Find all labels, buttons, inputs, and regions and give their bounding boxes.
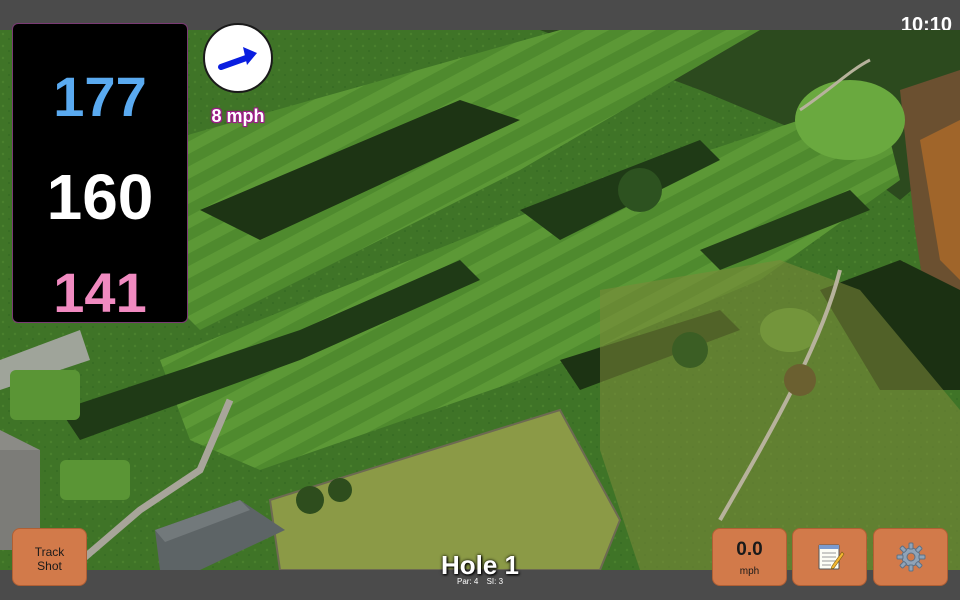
- settings-button[interactable]: [873, 528, 948, 586]
- wind-indicator[interactable]: [203, 23, 273, 93]
- wind-direction-arrow-icon: [218, 47, 257, 70]
- speed-button[interactable]: 0.0 mph: [712, 528, 787, 586]
- hole-par: Par: 4: [456, 577, 479, 586]
- notes-button[interactable]: [792, 528, 867, 586]
- notepad-icon: [818, 544, 844, 570]
- distance-panel: 177 160 141: [12, 23, 188, 324]
- speed-unit: mph: [739, 566, 760, 577]
- gear-icon: [896, 542, 925, 572]
- track-shot-button[interactable]: Track Shot: [12, 528, 87, 586]
- track-shot-label: Track Shot: [34, 545, 65, 573]
- hole-info: Par: 4 SI: 3: [380, 577, 580, 586]
- front-distance: 141: [53, 261, 147, 324]
- wind-speed-label: 8 mph: [211, 106, 265, 126]
- center-distance: 160: [46, 161, 154, 233]
- hole-stroke-index: SI: 3: [486, 577, 504, 586]
- speed-value: 0.0: [736, 539, 763, 560]
- back-distance: 177: [53, 65, 147, 128]
